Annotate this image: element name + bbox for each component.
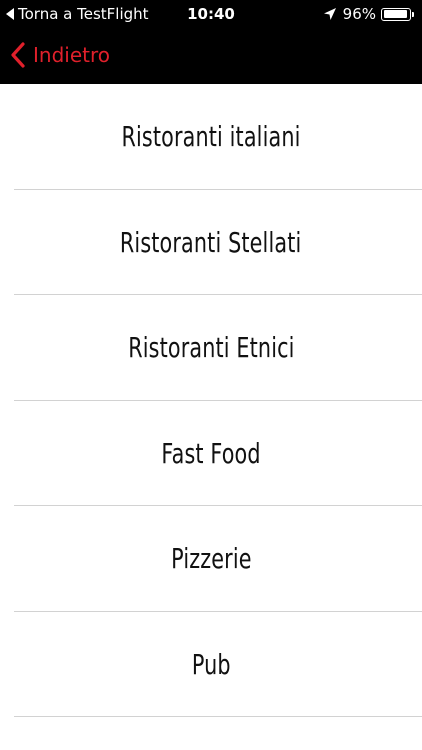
status-bar: Torna a TestFlight 10:40 96%: [0, 0, 422, 28]
back-button-label: Indietro: [33, 43, 110, 67]
category-list: Ristoranti italiani Ristoranti Stellati …: [0, 84, 422, 717]
navigation-bar: Indietro: [0, 28, 422, 84]
list-item-label: Ristoranti italiani: [121, 120, 301, 154]
list-item-label: Ristoranti Stellati: [120, 225, 302, 259]
battery-level-fill: [383, 10, 407, 18]
list-item-label: Pub: [191, 647, 231, 681]
location-arrow-icon: [323, 8, 336, 20]
chevron-left-icon: [11, 42, 25, 68]
back-button[interactable]: Indietro: [10, 42, 110, 68]
list-item-label: Ristoranti Etnici: [127, 331, 295, 365]
list-item-label: Fast Food: [161, 436, 261, 470]
list-item-label: Pizzerie: [170, 542, 252, 576]
battery-tip: [412, 11, 414, 17]
list-item-ristoranti-stellati[interactable]: Ristoranti Stellati: [0, 190, 422, 296]
list-item-ristoranti-italiani[interactable]: Ristoranti italiani: [0, 84, 422, 190]
list-item-pub[interactable]: Pub: [0, 612, 422, 718]
battery-percent: 96%: [342, 5, 376, 23]
list-item-fast-food[interactable]: Fast Food: [0, 401, 422, 507]
battery-icon: [381, 7, 411, 21]
status-indicators: 96%: [323, 5, 414, 23]
list-item-ristoranti-etnici[interactable]: Ristoranti Etnici: [0, 295, 422, 401]
list-item-pizzerie[interactable]: Pizzerie: [0, 506, 422, 612]
